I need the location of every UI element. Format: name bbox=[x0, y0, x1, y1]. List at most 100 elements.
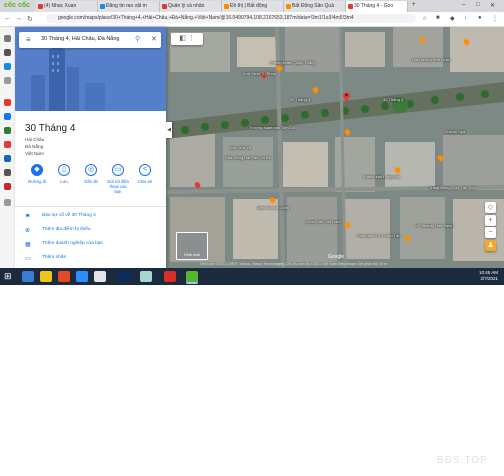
browser-tab[interactable]: (4) Nhac Xuan bbox=[36, 1, 98, 12]
map-label: Phụ Kiện Ô Tô Vĩnh Tân bbox=[357, 233, 401, 238]
map-label: Điện thoại di động bbox=[257, 205, 290, 210]
browser-tab[interactable]: Đăng tin rao vặt m bbox=[98, 1, 160, 12]
add-business-link[interactable]: ▦ Thêm doanh nghiệp của bạn bbox=[25, 240, 165, 250]
map-label: Trường Mầm non Sơn Ca bbox=[249, 125, 296, 130]
sidebar-icon[interactable] bbox=[4, 183, 11, 190]
map-label: Khách sạn Đông Hải bbox=[363, 174, 400, 179]
watermark: BĐS.TOP bbox=[437, 455, 488, 466]
map-label: Anh Minh Tú Shop bbox=[243, 71, 277, 76]
save-button[interactable]: ▯ Lưu bbox=[52, 164, 76, 184]
windows-start-icon[interactable]: ⊞ bbox=[4, 271, 16, 282]
profile-icon[interactable]: ● bbox=[478, 15, 482, 21]
business-icon: ▦ bbox=[25, 242, 31, 248]
messenger-icon[interactable] bbox=[4, 63, 11, 70]
close-window-icon[interactable]: ✕ bbox=[490, 2, 495, 9]
tab-favicon-icon bbox=[286, 4, 291, 9]
label-icon: ▭ bbox=[25, 256, 31, 262]
map-label: 30 Tháng 4 bbox=[383, 97, 404, 102]
tab-favicon-icon bbox=[38, 4, 43, 9]
map-label: Anh Cửu Vũ bbox=[229, 145, 252, 150]
taskbar-app-icon[interactable] bbox=[164, 271, 176, 282]
browser-brand: cốc cốc bbox=[4, 2, 31, 9]
flag-icon: ⚑ bbox=[25, 214, 31, 220]
tab-favicon-icon bbox=[348, 4, 353, 9]
search-box[interactable]: ≡ 30 Tháng 4, Hải Châu, Đà Nẵng ⚲ ✕ bbox=[19, 32, 161, 48]
sidebar-icon[interactable] bbox=[4, 169, 11, 176]
map-label: 30 Tháng 4 bbox=[290, 97, 311, 102]
divider bbox=[15, 206, 166, 207]
minimize-icon[interactable]: – bbox=[462, 2, 465, 8]
facebook-icon[interactable] bbox=[4, 113, 11, 120]
taskbar-clock: 10:45 AM 2/7/2021 bbox=[478, 270, 498, 281]
extension-icon[interactable]: ◆ bbox=[450, 15, 455, 22]
map-pin-icon[interactable] bbox=[342, 89, 351, 102]
street-view-icon[interactable]: ♟ bbox=[485, 240, 496, 251]
map-tools-button[interactable]: ◧ ⋮ bbox=[171, 33, 203, 45]
coccoc-browser-icon[interactable] bbox=[186, 271, 198, 284]
send-to-phone-button[interactable]: ▭ Gửi tới điện thoại của bạn bbox=[106, 164, 130, 194]
add-label-link[interactable]: ▭ Thêm nhãn bbox=[25, 254, 165, 264]
map-label: GoodChef Viet Nam bbox=[305, 219, 341, 224]
taskbar-app-icon[interactable] bbox=[58, 271, 70, 282]
sidebar-icon[interactable] bbox=[4, 77, 11, 84]
star-icon[interactable]: ☆ bbox=[422, 15, 427, 22]
browser-tab-bar: cốc cốc (4) Nhac Xuan Đăng tin rao vặt m… bbox=[0, 0, 504, 12]
file-explorer-icon[interactable] bbox=[40, 271, 52, 282]
windows-taskbar: ⊞ 10:45 AM 2/7/2021 bbox=[0, 268, 504, 285]
browser-tab[interactable]: Đồ thị | Bất động bbox=[222, 1, 284, 12]
sidebar-icon[interactable] bbox=[4, 155, 11, 162]
photoshop-icon[interactable] bbox=[118, 271, 130, 282]
taskbar-app-icon[interactable] bbox=[140, 271, 152, 282]
search-input[interactable]: 30 Tháng 4, Hải Châu, Đà Nẵng bbox=[41, 36, 119, 42]
url-input[interactable]: google.com/maps/place/30+Tháng+4,+Hải+Ch… bbox=[46, 14, 416, 23]
compass-icon[interactable]: ◇ bbox=[485, 202, 496, 213]
sidebar-icon[interactable] bbox=[4, 35, 11, 42]
reload-icon[interactable]: ↻ bbox=[27, 15, 33, 23]
zoom-in-button[interactable]: + bbox=[485, 215, 496, 226]
tab-favicon-icon bbox=[162, 4, 167, 9]
browser-tab[interactable]: Quản lý cá nhân bbox=[160, 1, 222, 12]
close-icon[interactable]: ✕ bbox=[151, 35, 157, 43]
screenshot: cốc cốc (4) Nhac Xuan Đăng tin rao vặt m… bbox=[0, 0, 504, 285]
bookmark-icon: ▯ bbox=[58, 164, 70, 176]
browser-tab[interactable]: Bất Động Sản Quả bbox=[284, 1, 346, 12]
forward-icon[interactable]: → bbox=[15, 15, 22, 22]
search-icon[interactable]: ⚲ bbox=[135, 35, 140, 43]
taskbar-app-icon[interactable] bbox=[22, 271, 34, 282]
map-label: Nhà Hàng Hải Sản Gà Bé bbox=[225, 155, 271, 160]
address-bar: ← → ↻ 🔒 google.com/maps/place/30+Tháng+4… bbox=[0, 12, 504, 27]
add-missing-place-link[interactable]: ⊕ Thêm địa điểm bị thiếu bbox=[25, 226, 165, 236]
back-icon[interactable]: ← bbox=[4, 15, 11, 22]
place-title: 30 Tháng 4 bbox=[25, 123, 76, 134]
nearby-icon: ◎ bbox=[85, 164, 97, 176]
menu-icon[interactable]: ⋮ bbox=[492, 15, 498, 22]
hamburger-menu-icon[interactable]: ≡ bbox=[26, 35, 31, 44]
directions-button[interactable]: ◆ Đường đi bbox=[25, 164, 49, 184]
zoom-out-button[interactable]: − bbox=[485, 227, 496, 238]
google-logo: Google bbox=[327, 254, 345, 260]
place-panel: ≡ 30 Tháng 4, Hải Châu, Đà Nẵng ⚲ ✕ 30 T… bbox=[15, 27, 166, 268]
layer-toggle-thumbnail[interactable]: Hình ảnh bbox=[176, 232, 208, 260]
zalo-icon[interactable] bbox=[76, 271, 88, 282]
sidebar-icon[interactable] bbox=[4, 49, 11, 56]
maximize-icon[interactable]: □ bbox=[476, 2, 480, 8]
browser-tab-active[interactable]: 30 Tháng 4 - Goo bbox=[346, 1, 408, 12]
youtube-icon[interactable] bbox=[4, 99, 11, 106]
map-label: Phòng khám Quốc Thắng bbox=[270, 60, 316, 65]
sidebar-icon[interactable] bbox=[4, 141, 11, 148]
map-label: NT Beauty Hair Salon bbox=[415, 223, 454, 228]
map-label: Trang Bông Tươi Tân Sơn bbox=[429, 185, 476, 190]
report-issue-link[interactable]: ⚑ Báo sự cố về 30 Tháng 4 bbox=[25, 212, 165, 222]
new-tab-button[interactable]: + bbox=[412, 2, 416, 8]
downloads-icon[interactable]: ↓ bbox=[464, 15, 467, 21]
taskbar-app-icon[interactable] bbox=[94, 271, 106, 282]
add-place-icon: ⊕ bbox=[25, 228, 31, 234]
place-hero-image: ≡ 30 Tháng 4, Hải Châu, Đà Nẵng ⚲ ✕ bbox=[15, 27, 166, 111]
more-icon[interactable] bbox=[4, 199, 11, 206]
nearby-button[interactable]: ◎ Gần đó bbox=[79, 164, 103, 184]
collapse-panel-button[interactable]: ◀ bbox=[166, 122, 172, 138]
share-button[interactable]: < Chia sẻ bbox=[133, 164, 157, 184]
extension-icon[interactable]: ■ bbox=[436, 15, 440, 21]
share-icon: < bbox=[139, 164, 151, 176]
sidebar-icon[interactable] bbox=[4, 127, 11, 134]
